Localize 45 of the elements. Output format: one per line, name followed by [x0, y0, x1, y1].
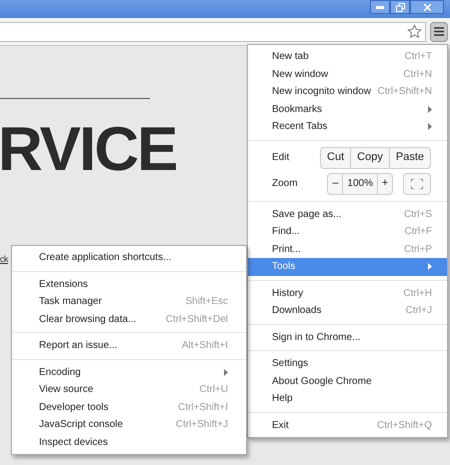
close-icon [424, 4, 430, 10]
menu-item[interactable]: Developer tools Ctrl+Shift+I [12, 398, 246, 416]
restore-button[interactable] [390, 0, 410, 14]
menu-item[interactable]: Print... Ctrl+P [248, 240, 447, 258]
menu-item[interactable]: Report an issue... Alt+Shift+I [12, 337, 246, 354]
minimize-button[interactable] [370, 0, 390, 14]
menu-item[interactable]: About Google Chrome [248, 372, 447, 390]
menu-label: Edit [272, 151, 290, 165]
menu-item[interactable]: Save page as... Ctrl+S [248, 206, 447, 223]
menu-item[interactable]: History Ctrl+H [248, 284, 447, 302]
zoom-out-button[interactable]: – [328, 174, 342, 194]
menu-item[interactable]: New window Ctrl+N [248, 66, 447, 83]
restore-icon [396, 2, 404, 12]
menu-item[interactable]: New tab Ctrl+T [248, 48, 447, 66]
star-icon[interactable] [407, 24, 422, 39]
menu-item[interactable]: Downloads Ctrl+J [248, 302, 447, 320]
menu-item[interactable]: Create application shortcuts... [12, 249, 246, 266]
menu-item[interactable]: New incognito window Ctrl+Shift+N [248, 83, 447, 100]
menu-button[interactable] [430, 22, 448, 42]
page-heading: RVICE [0, 119, 176, 181]
menu-item[interactable]: Bookmarks [248, 100, 447, 118]
menu-label: Zoom [272, 177, 299, 191]
fullscreen-icon [411, 178, 423, 188]
edit-action-button[interactable]: Paste [388, 148, 430, 168]
menu-item[interactable]: Recent Tabs [248, 118, 447, 136]
menu-item[interactable]: Extensions [12, 276, 246, 293]
minimize-icon [376, 6, 384, 8]
menu-item[interactable]: Sign in to Chrome... [248, 328, 447, 346]
close-button[interactable] [410, 0, 444, 14]
menu-icon [434, 27, 444, 36]
zoom-level: 100% [342, 174, 378, 194]
menu-item[interactable]: View source Ctrl+U [12, 381, 246, 398]
zoom-in-button[interactable]: + [378, 174, 392, 194]
menu-item[interactable]: Clear browsing data... Ctrl+Shift+Del [12, 310, 246, 328]
menu-item[interactable]: Encoding [12, 364, 246, 381]
menu-item[interactable]: Help [248, 390, 447, 408]
menu-item[interactable]: JavaScript console Ctrl+Shift+J [12, 416, 246, 434]
menu-item[interactable]: Find... Ctrl+F [248, 223, 447, 240]
edit-action-button[interactable]: Copy [350, 148, 389, 168]
menu-item[interactable]: Inspect devices [12, 434, 246, 451]
menu-item[interactable]: Settings [248, 355, 447, 372]
page-link[interactable]: ck [0, 253, 8, 266]
menu-item[interactable]: Exit Ctrl+Shift+Q [248, 416, 447, 434]
edit-action-button[interactable]: Cut [321, 148, 350, 168]
menu-item[interactable]: Task manager Shift+Esc [12, 293, 246, 310]
